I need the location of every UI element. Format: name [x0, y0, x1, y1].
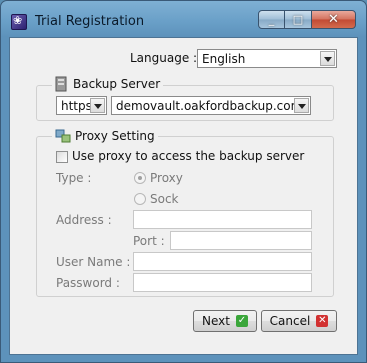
close-icon: ✕	[328, 12, 339, 27]
minimize-icon: _	[268, 13, 275, 26]
use-proxy-label[interactable]: Use proxy to access the backup server	[72, 149, 304, 163]
next-button[interactable]: Next ✓	[193, 310, 257, 332]
cancel-button[interactable]: Cancel ✕	[261, 310, 337, 332]
close-button[interactable]: ✕	[311, 10, 356, 29]
chevron-down-icon[interactable]	[320, 51, 335, 66]
proxy-setting-heading: Proxy Setting	[75, 129, 155, 143]
next-button-label: Next	[202, 314, 230, 328]
port-label: Port :	[133, 234, 165, 248]
check-icon: ✓	[235, 315, 248, 327]
language-select[interactable]: English	[197, 49, 337, 68]
password-field[interactable]	[133, 273, 312, 292]
sock-radio[interactable]	[134, 193, 146, 205]
use-proxy-checkbox[interactable]	[56, 151, 68, 163]
maximize-button[interactable]: □	[285, 10, 311, 29]
port-field[interactable]	[170, 231, 312, 250]
server-host-select[interactable]: demovault.oakfordbackup.com	[111, 96, 311, 115]
proxy-radio-label[interactable]: Proxy	[150, 171, 183, 185]
minimize-button[interactable]: _	[258, 10, 285, 29]
backup-server-heading: Backup Server	[73, 77, 161, 91]
protocol-select[interactable]: https	[56, 96, 107, 115]
maximize-icon: □	[292, 13, 304, 26]
username-field[interactable]	[133, 252, 312, 271]
title-bar[interactable]: Trial Registration _ □ ✕	[1, 1, 366, 37]
password-label: Password :	[56, 276, 120, 290]
address-field[interactable]	[133, 210, 312, 229]
sock-radio-label[interactable]: Sock	[150, 192, 179, 206]
language-label: Language :	[130, 51, 198, 65]
server-icon	[55, 76, 67, 92]
proxy-radio[interactable]	[134, 172, 146, 184]
dialog-body: Language : English Backup Server https d…	[9, 37, 358, 355]
type-label: Type :	[56, 171, 92, 185]
window-title: Trial Registration	[35, 14, 145, 29]
chevron-down-icon[interactable]	[90, 98, 105, 113]
protocol-value: https	[61, 99, 92, 113]
chevron-down-icon[interactable]	[294, 98, 309, 113]
server-host-value: demovault.oakfordbackup.com	[116, 99, 303, 113]
language-value: English	[202, 52, 246, 66]
username-label: User Name :	[56, 255, 131, 269]
backup-server-legend: Backup Server	[52, 76, 164, 92]
caption-buttons: _ □ ✕	[258, 10, 356, 29]
address-label: Address :	[56, 213, 112, 227]
cancel-button-label: Cancel	[269, 314, 311, 328]
proxy-setting-legend: Proxy Setting	[52, 128, 158, 144]
dialog-window: Trial Registration _ □ ✕ Language : Engl…	[0, 0, 367, 363]
cancel-icon: ✕	[316, 315, 329, 327]
network-icon	[55, 129, 71, 143]
app-logo-icon	[11, 14, 27, 30]
